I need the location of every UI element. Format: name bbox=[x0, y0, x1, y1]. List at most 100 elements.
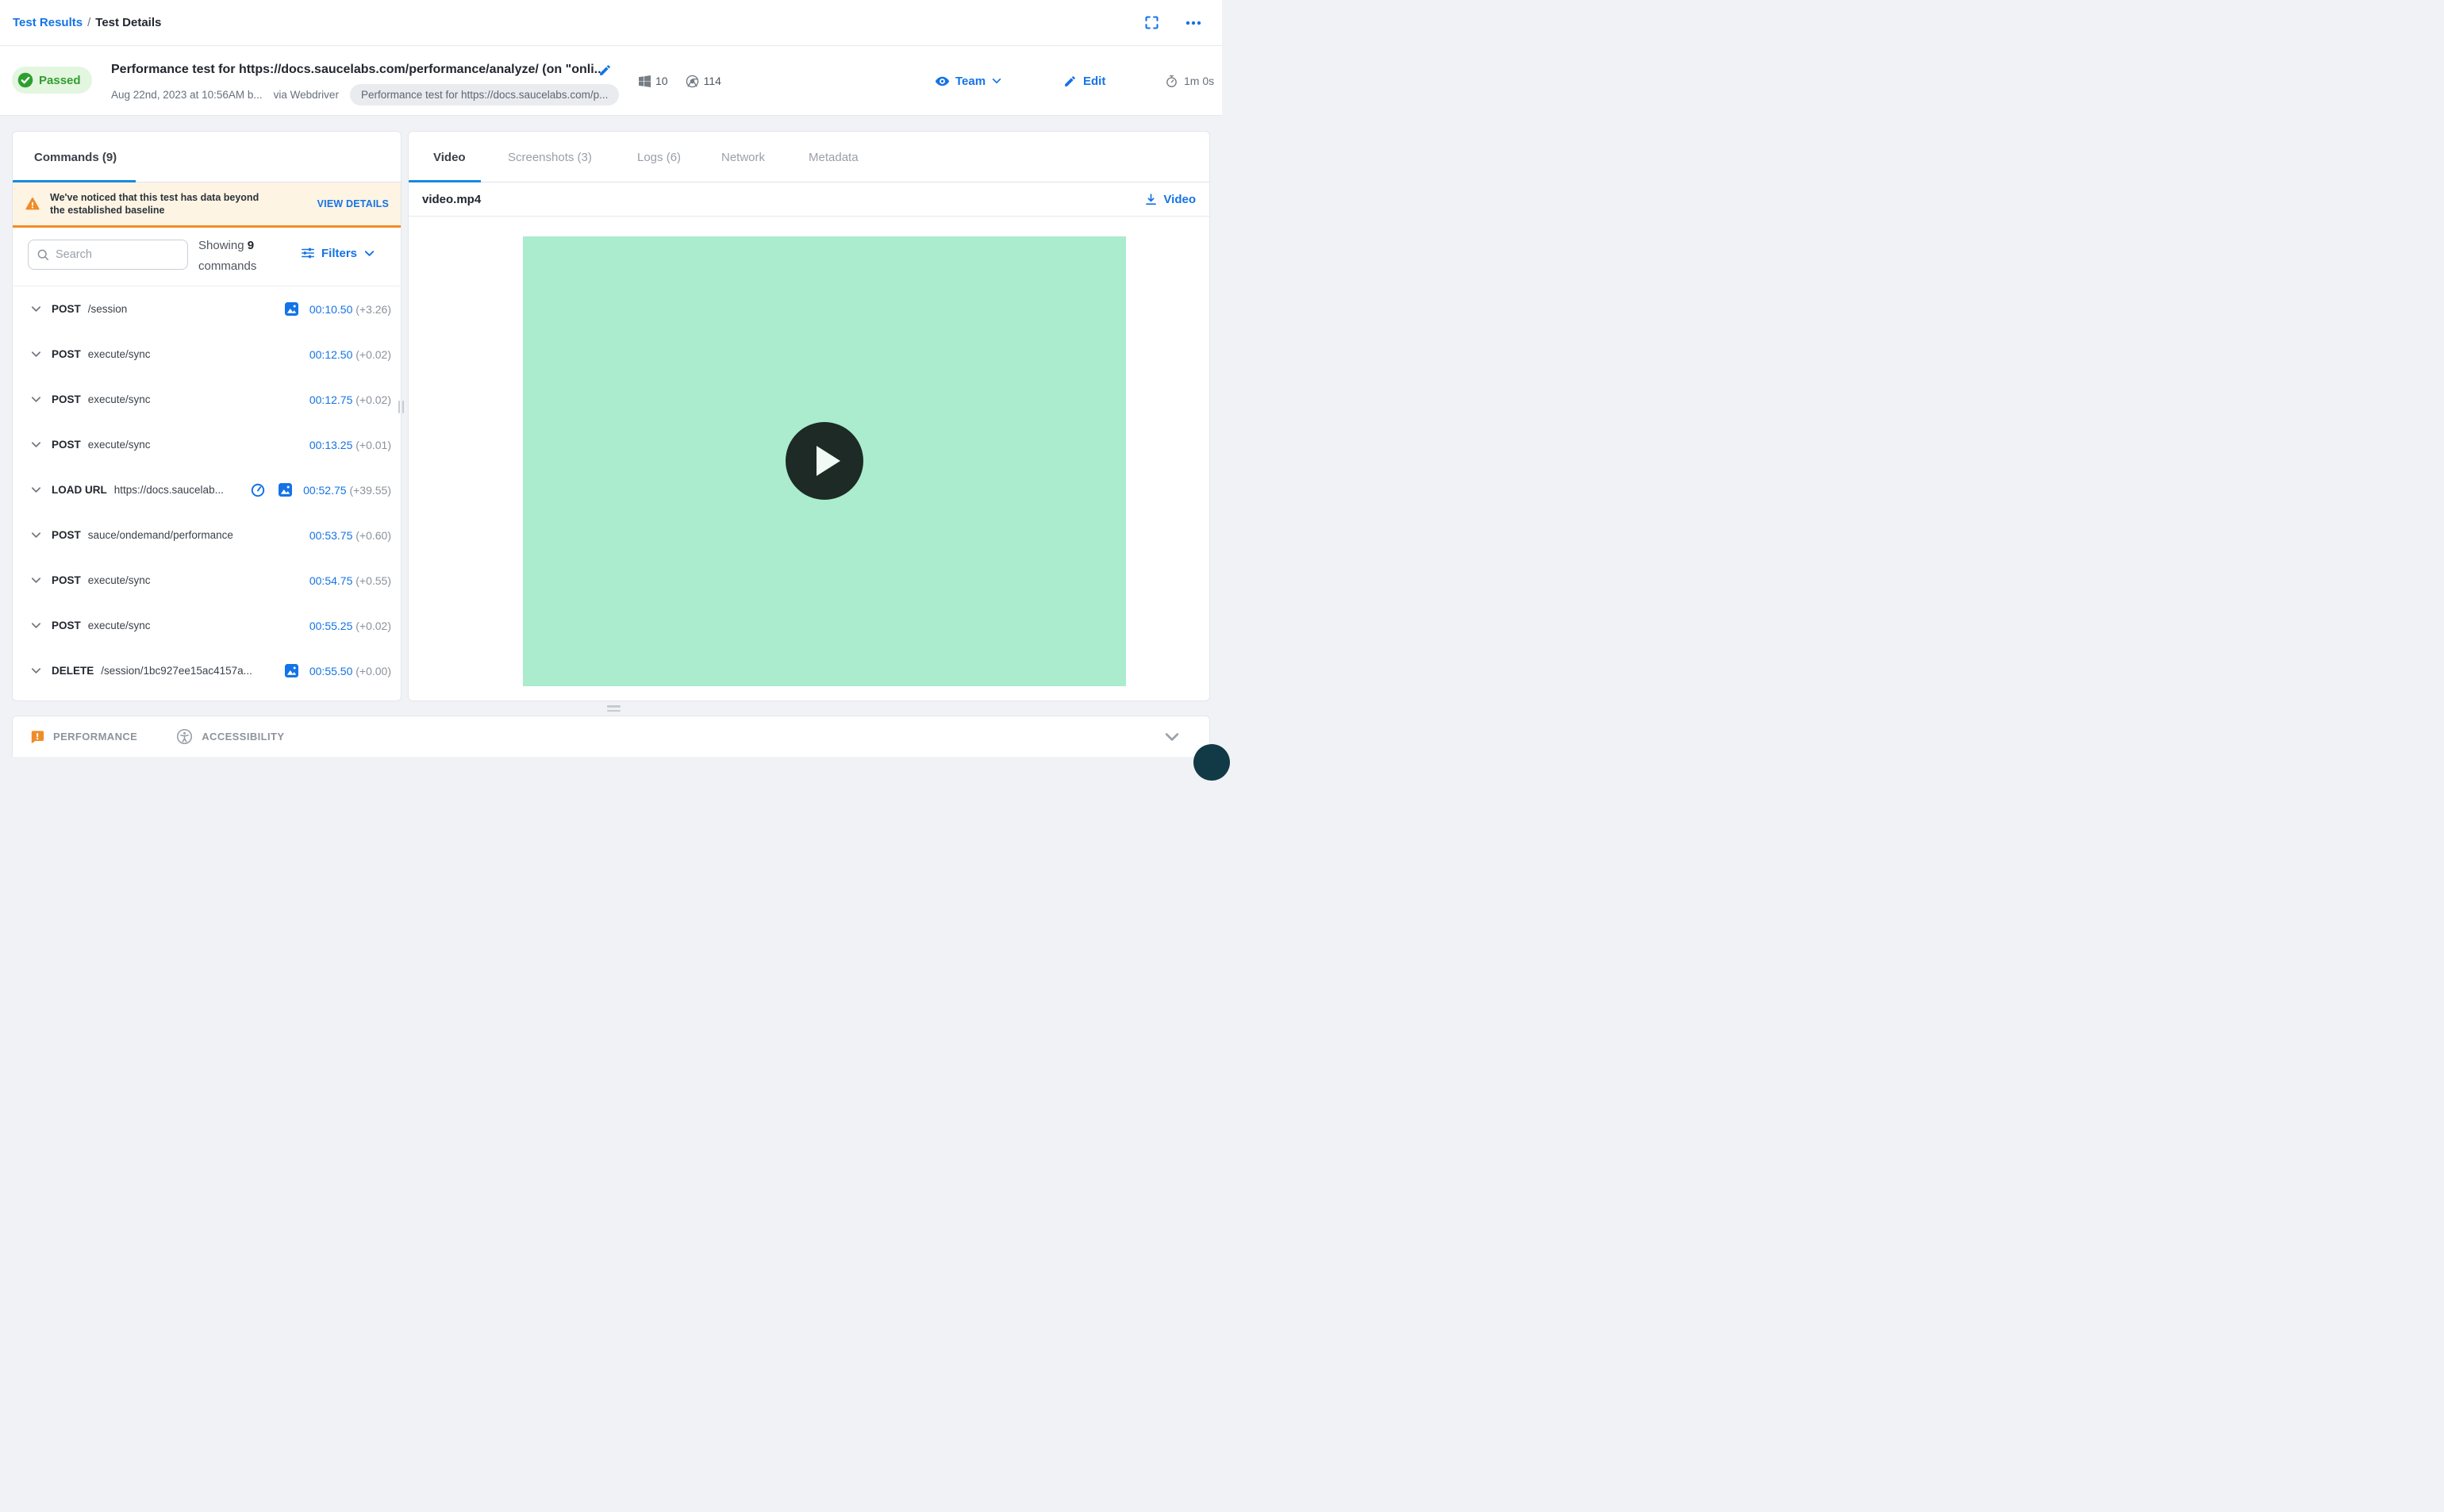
chat-widget-button[interactable] bbox=[1193, 744, 1230, 781]
status-label: Passed bbox=[39, 73, 81, 87]
panel-resize-handle-horizontal[interactable] bbox=[607, 705, 621, 712]
command-path: execute/sync bbox=[87, 620, 151, 631]
chevron-down-icon bbox=[991, 75, 1002, 86]
test-date: Aug 22nd, 2023 at 10:56AM b... bbox=[111, 89, 263, 101]
command-delta: (+0.02) bbox=[355, 393, 391, 406]
download-video-button[interactable]: Video bbox=[1144, 193, 1196, 206]
panel-resize-handle-vertical[interactable] bbox=[398, 401, 406, 413]
commands-panel: Commands (9) We've noticed that this tes… bbox=[12, 131, 402, 701]
test-duration: 1m 0s bbox=[1165, 46, 1214, 116]
filters-label: Filters bbox=[321, 246, 358, 260]
command-row[interactable]: POST execute/sync 00:54.75 (+0.55) bbox=[13, 558, 401, 603]
showing-count: Showing 9 commands bbox=[198, 239, 257, 273]
command-time: 00:53.75 bbox=[309, 528, 353, 542]
chevron-down-icon[interactable] bbox=[30, 303, 42, 315]
tab-video[interactable]: Video bbox=[433, 132, 466, 182]
baseline-warning-banner: We've noticed that this test has data be… bbox=[13, 182, 401, 228]
tab-network[interactable]: Network bbox=[721, 132, 765, 182]
command-delta: (+0.00) bbox=[355, 664, 391, 677]
screenshot-icon[interactable] bbox=[284, 664, 298, 677]
command-time: 00:54.75 bbox=[309, 574, 353, 587]
command-path: https://docs.saucelab... bbox=[113, 484, 224, 496]
warning-triangle-icon bbox=[25, 196, 40, 212]
accessibility-label: ACCESSIBILITY bbox=[202, 731, 285, 743]
windows-icon bbox=[639, 75, 651, 87]
command-time: 00:10.50 bbox=[309, 302, 353, 316]
chevron-down-icon[interactable] bbox=[30, 484, 42, 496]
commands-toolbar: Showing 9 commands Filters bbox=[13, 230, 401, 286]
more-options-icon[interactable] bbox=[1184, 13, 1203, 33]
command-row[interactable]: POST execute/sync 00:12.50 (+0.02) bbox=[13, 332, 401, 377]
command-delta: (+3.26) bbox=[355, 302, 391, 316]
chevron-down-icon bbox=[363, 248, 375, 259]
command-row[interactable]: DELETE /session/1bc927ee15ac4157a... 00:… bbox=[13, 648, 401, 693]
command-row[interactable]: POST /session 00:10.50 (+3.26) bbox=[13, 286, 401, 332]
chevron-down-icon[interactable] bbox=[30, 574, 42, 586]
tab-metadata[interactable]: Metadata bbox=[809, 132, 859, 182]
chevron-down-icon[interactable] bbox=[30, 665, 42, 677]
breadcrumb-current: Test Details bbox=[95, 16, 162, 29]
media-panel: Video Screenshots (3) Logs (6) Network M… bbox=[408, 131, 1210, 701]
edit-button[interactable]: Edit bbox=[1063, 46, 1105, 116]
filters-dropdown[interactable]: Filters bbox=[301, 246, 375, 260]
command-method: POST bbox=[52, 574, 81, 586]
test-header: Passed Performance test for https://docs… bbox=[0, 46, 1222, 116]
screenshot-icon[interactable] bbox=[284, 302, 298, 316]
chevron-down-icon[interactable] bbox=[30, 620, 42, 631]
tab-commands[interactable]: Commands (9) bbox=[34, 132, 117, 182]
performance-label: PERFORMANCE bbox=[53, 731, 138, 743]
command-path: sauce/ondemand/performance bbox=[87, 529, 233, 541]
edit-title-pencil-icon[interactable] bbox=[598, 63, 612, 77]
command-row[interactable]: LOAD URL https://docs.saucelab... 00:52.… bbox=[13, 467, 401, 512]
command-path: execute/sync bbox=[87, 439, 151, 451]
performance-drawer-tab[interactable]: PERFORMANCE bbox=[30, 730, 137, 744]
test-source: via Webdriver bbox=[273, 89, 339, 101]
chevron-down-icon[interactable] bbox=[30, 393, 42, 405]
command-path: execute/sync bbox=[87, 348, 151, 360]
download-icon bbox=[1144, 193, 1158, 206]
view-details-link[interactable]: VIEW DETAILS bbox=[317, 198, 389, 209]
tab-screenshots[interactable]: Screenshots (3) bbox=[508, 132, 592, 182]
team-dropdown[interactable]: Team bbox=[935, 46, 1002, 116]
command-time: 00:13.25 bbox=[309, 438, 353, 451]
command-row[interactable]: POST execute/sync 00:55.25 (+0.02) bbox=[13, 603, 401, 648]
chevron-down-icon[interactable] bbox=[30, 348, 42, 360]
video-player[interactable] bbox=[523, 236, 1126, 686]
team-label: Team bbox=[955, 74, 986, 88]
video-file-row: video.mp4 Video bbox=[409, 182, 1209, 217]
command-time: 00:55.50 bbox=[309, 664, 353, 677]
command-row[interactable]: POST execute/sync 00:12.75 (+0.02) bbox=[13, 377, 401, 422]
play-button[interactable] bbox=[786, 422, 863, 500]
screenshot-icon[interactable] bbox=[279, 483, 293, 497]
status-badge: Passed bbox=[12, 67, 92, 94]
command-path: /session bbox=[87, 303, 128, 315]
accessibility-drawer-tab[interactable]: ACCESSIBILITY bbox=[176, 728, 284, 745]
download-label: Video bbox=[1163, 192, 1196, 206]
tab-logs[interactable]: Logs (6) bbox=[637, 132, 681, 182]
command-method: POST bbox=[52, 348, 81, 360]
command-path: /session/1bc927ee15ac4157a... bbox=[101, 665, 252, 677]
breadcrumb-test-results-link[interactable]: Test Results bbox=[13, 16, 83, 29]
fullscreen-icon[interactable] bbox=[1143, 14, 1160, 31]
video-file-name: video.mp4 bbox=[422, 192, 482, 206]
search-input[interactable] bbox=[56, 248, 179, 261]
command-method: DELETE bbox=[52, 665, 94, 677]
command-delta: (+0.55) bbox=[355, 574, 391, 587]
command-row[interactable]: POST execute/sync 00:13.25 (+0.01) bbox=[13, 422, 401, 467]
command-row[interactable]: POST sauce/ondemand/performance 00:53.75… bbox=[13, 512, 401, 558]
performance-gauge-icon[interactable] bbox=[251, 483, 265, 497]
search-box[interactable] bbox=[28, 240, 188, 270]
bottom-drawer-bar: PERFORMANCE ACCESSIBILITY bbox=[12, 716, 1230, 781]
os-info: 10 bbox=[639, 75, 668, 87]
chevron-down-icon[interactable] bbox=[30, 529, 42, 541]
command-delta: (+0.60) bbox=[355, 528, 391, 542]
top-bar: Test Results / Test Details bbox=[0, 0, 1222, 46]
command-delta: (+39.55) bbox=[349, 483, 391, 497]
chevron-down-icon[interactable] bbox=[30, 439, 42, 451]
command-time: 00:12.75 bbox=[309, 393, 353, 406]
command-method: POST bbox=[52, 529, 81, 541]
browser-version: 114 bbox=[703, 75, 721, 87]
filters-slider-icon bbox=[301, 246, 315, 260]
chrome-icon bbox=[686, 75, 699, 88]
expand-drawer-chevron-icon[interactable] bbox=[1163, 728, 1181, 746]
